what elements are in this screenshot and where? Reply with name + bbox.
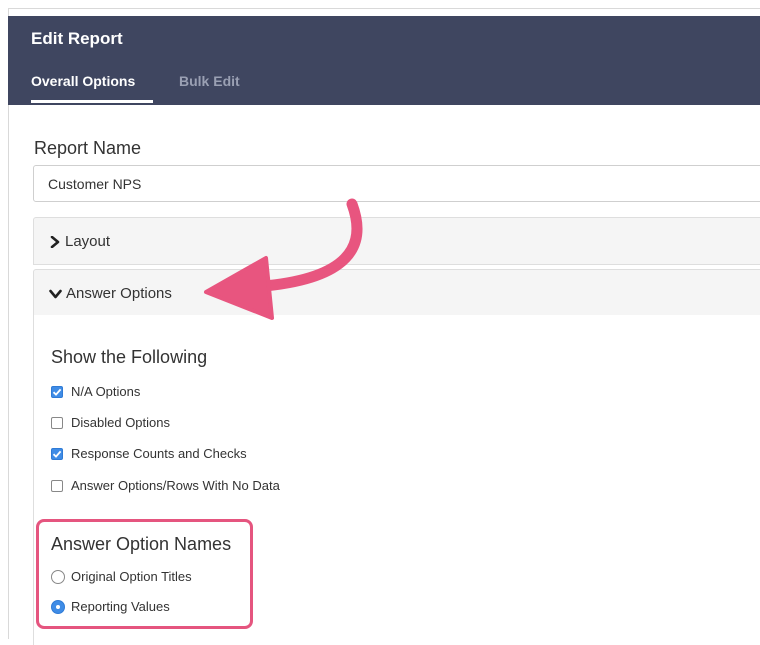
- active-tab-indicator: [31, 100, 153, 103]
- answer-option-names-title: Answer Option Names: [51, 534, 232, 554]
- report-name-input[interactable]: Customer NPS: [33, 165, 760, 202]
- checkbox-label: Answer Options/Rows With No Data: [71, 478, 280, 493]
- radio-label: Original Option Titles: [71, 569, 192, 584]
- checkbox-label: Disabled Options: [71, 415, 170, 430]
- checkbox-checked-icon[interactable]: [51, 386, 63, 398]
- panel-layout-label: Layout: [65, 233, 111, 250]
- checkbox-checked-icon[interactable]: [51, 448, 63, 460]
- panel-layout-header[interactable]: Layout: [33, 217, 760, 265]
- report-name-label: Report Name: [34, 138, 142, 158]
- edit-report-header: Edit Report Overall Options Bulk Edit: [8, 16, 760, 105]
- panel-answer-options-header[interactable]: Answer Options: [33, 269, 760, 316]
- radio-unselected-icon[interactable]: [51, 570, 65, 584]
- header-title: Edit Report: [31, 29, 123, 48]
- checkbox-unchecked-icon[interactable]: [51, 417, 63, 429]
- chevron-right-icon: [50, 236, 60, 249]
- panel-answer-options-label: Answer Options: [66, 285, 172, 302]
- show-following-title: Show the Following: [51, 347, 208, 367]
- checkbox-unchecked-icon[interactable]: [51, 480, 63, 492]
- tab-bulk-edit[interactable]: Bulk Edit: [179, 73, 240, 89]
- chevron-down-icon: [49, 289, 62, 299]
- checkbox-label: Response Counts and Checks: [71, 446, 247, 461]
- tab-overall-options[interactable]: Overall Options: [31, 73, 135, 89]
- radio-selected-icon[interactable]: [51, 600, 65, 614]
- checkbox-label: N/A Options: [71, 384, 141, 399]
- radio-label: Reporting Values: [71, 599, 170, 614]
